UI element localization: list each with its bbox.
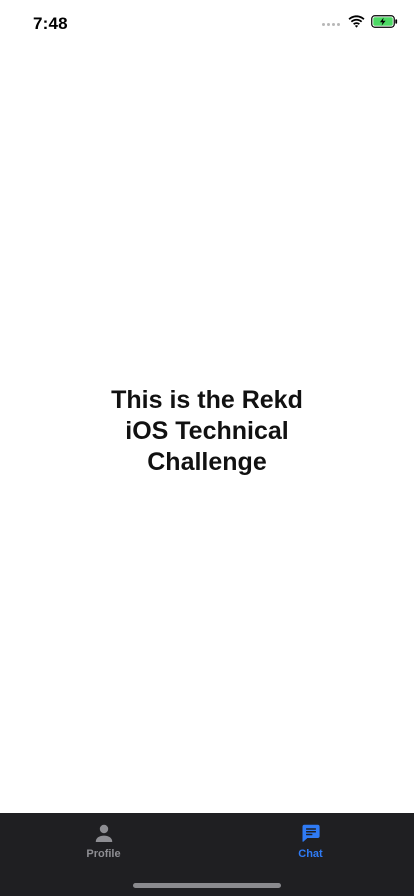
tab-profile[interactable]: Profile [0, 813, 207, 873]
battery-charging-icon [371, 15, 398, 33]
status-indicators [322, 15, 398, 33]
tab-bar: Profile Chat [0, 813, 414, 896]
main-content: This is the Rekd iOS Technical Challenge [0, 48, 414, 813]
home-indicator[interactable] [133, 883, 281, 888]
tab-chat-label: Chat [298, 848, 323, 860]
tab-profile-label: Profile [86, 848, 121, 860]
person-icon [93, 822, 115, 844]
status-time: 7:48 [33, 14, 68, 33]
chat-icon [300, 822, 322, 844]
tab-chat[interactable]: Chat [207, 813, 414, 873]
challenge-headline: This is the Rekd iOS Technical Challenge [111, 386, 303, 476]
cellular-signal-icon [322, 22, 340, 26]
status-bar: 7:48 [0, 0, 414, 48]
wifi-icon [348, 15, 365, 33]
